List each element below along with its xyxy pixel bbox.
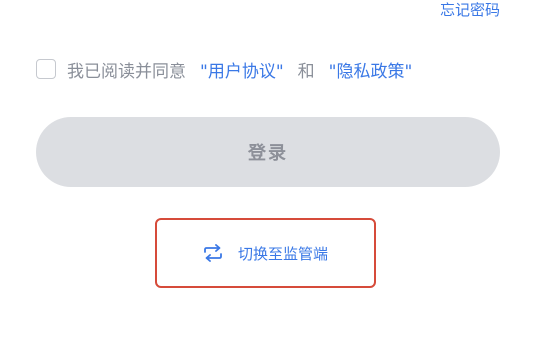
agreement-conjunction: 和 xyxy=(297,61,315,82)
login-page: 忘记密码 我已阅读并同意 "用户协议" 和 "隐私政策" 登录 切换至监管端 xyxy=(0,0,535,337)
agreement-prefix-text: 我已阅读并同意 xyxy=(67,61,186,82)
switch-to-supervisor-link[interactable]: 切换至监管端 xyxy=(201,239,330,268)
login-button[interactable]: 登录 xyxy=(36,117,500,187)
privacy-policy-link[interactable]: "隐私政策" xyxy=(329,57,413,82)
agreement-row: 我已阅读并同意 "用户协议" 和 "隐私政策" xyxy=(36,56,412,82)
forgot-password-link[interactable]: 忘记密码 xyxy=(440,0,500,20)
switch-link-label: 切换至监管端 xyxy=(237,244,328,263)
agreement-checkbox[interactable] xyxy=(36,59,56,79)
swap-arrows-icon xyxy=(203,244,223,262)
switch-highlight-box: 切换至监管端 xyxy=(155,218,376,288)
user-agreement-link[interactable]: "用户协议" xyxy=(200,57,284,82)
